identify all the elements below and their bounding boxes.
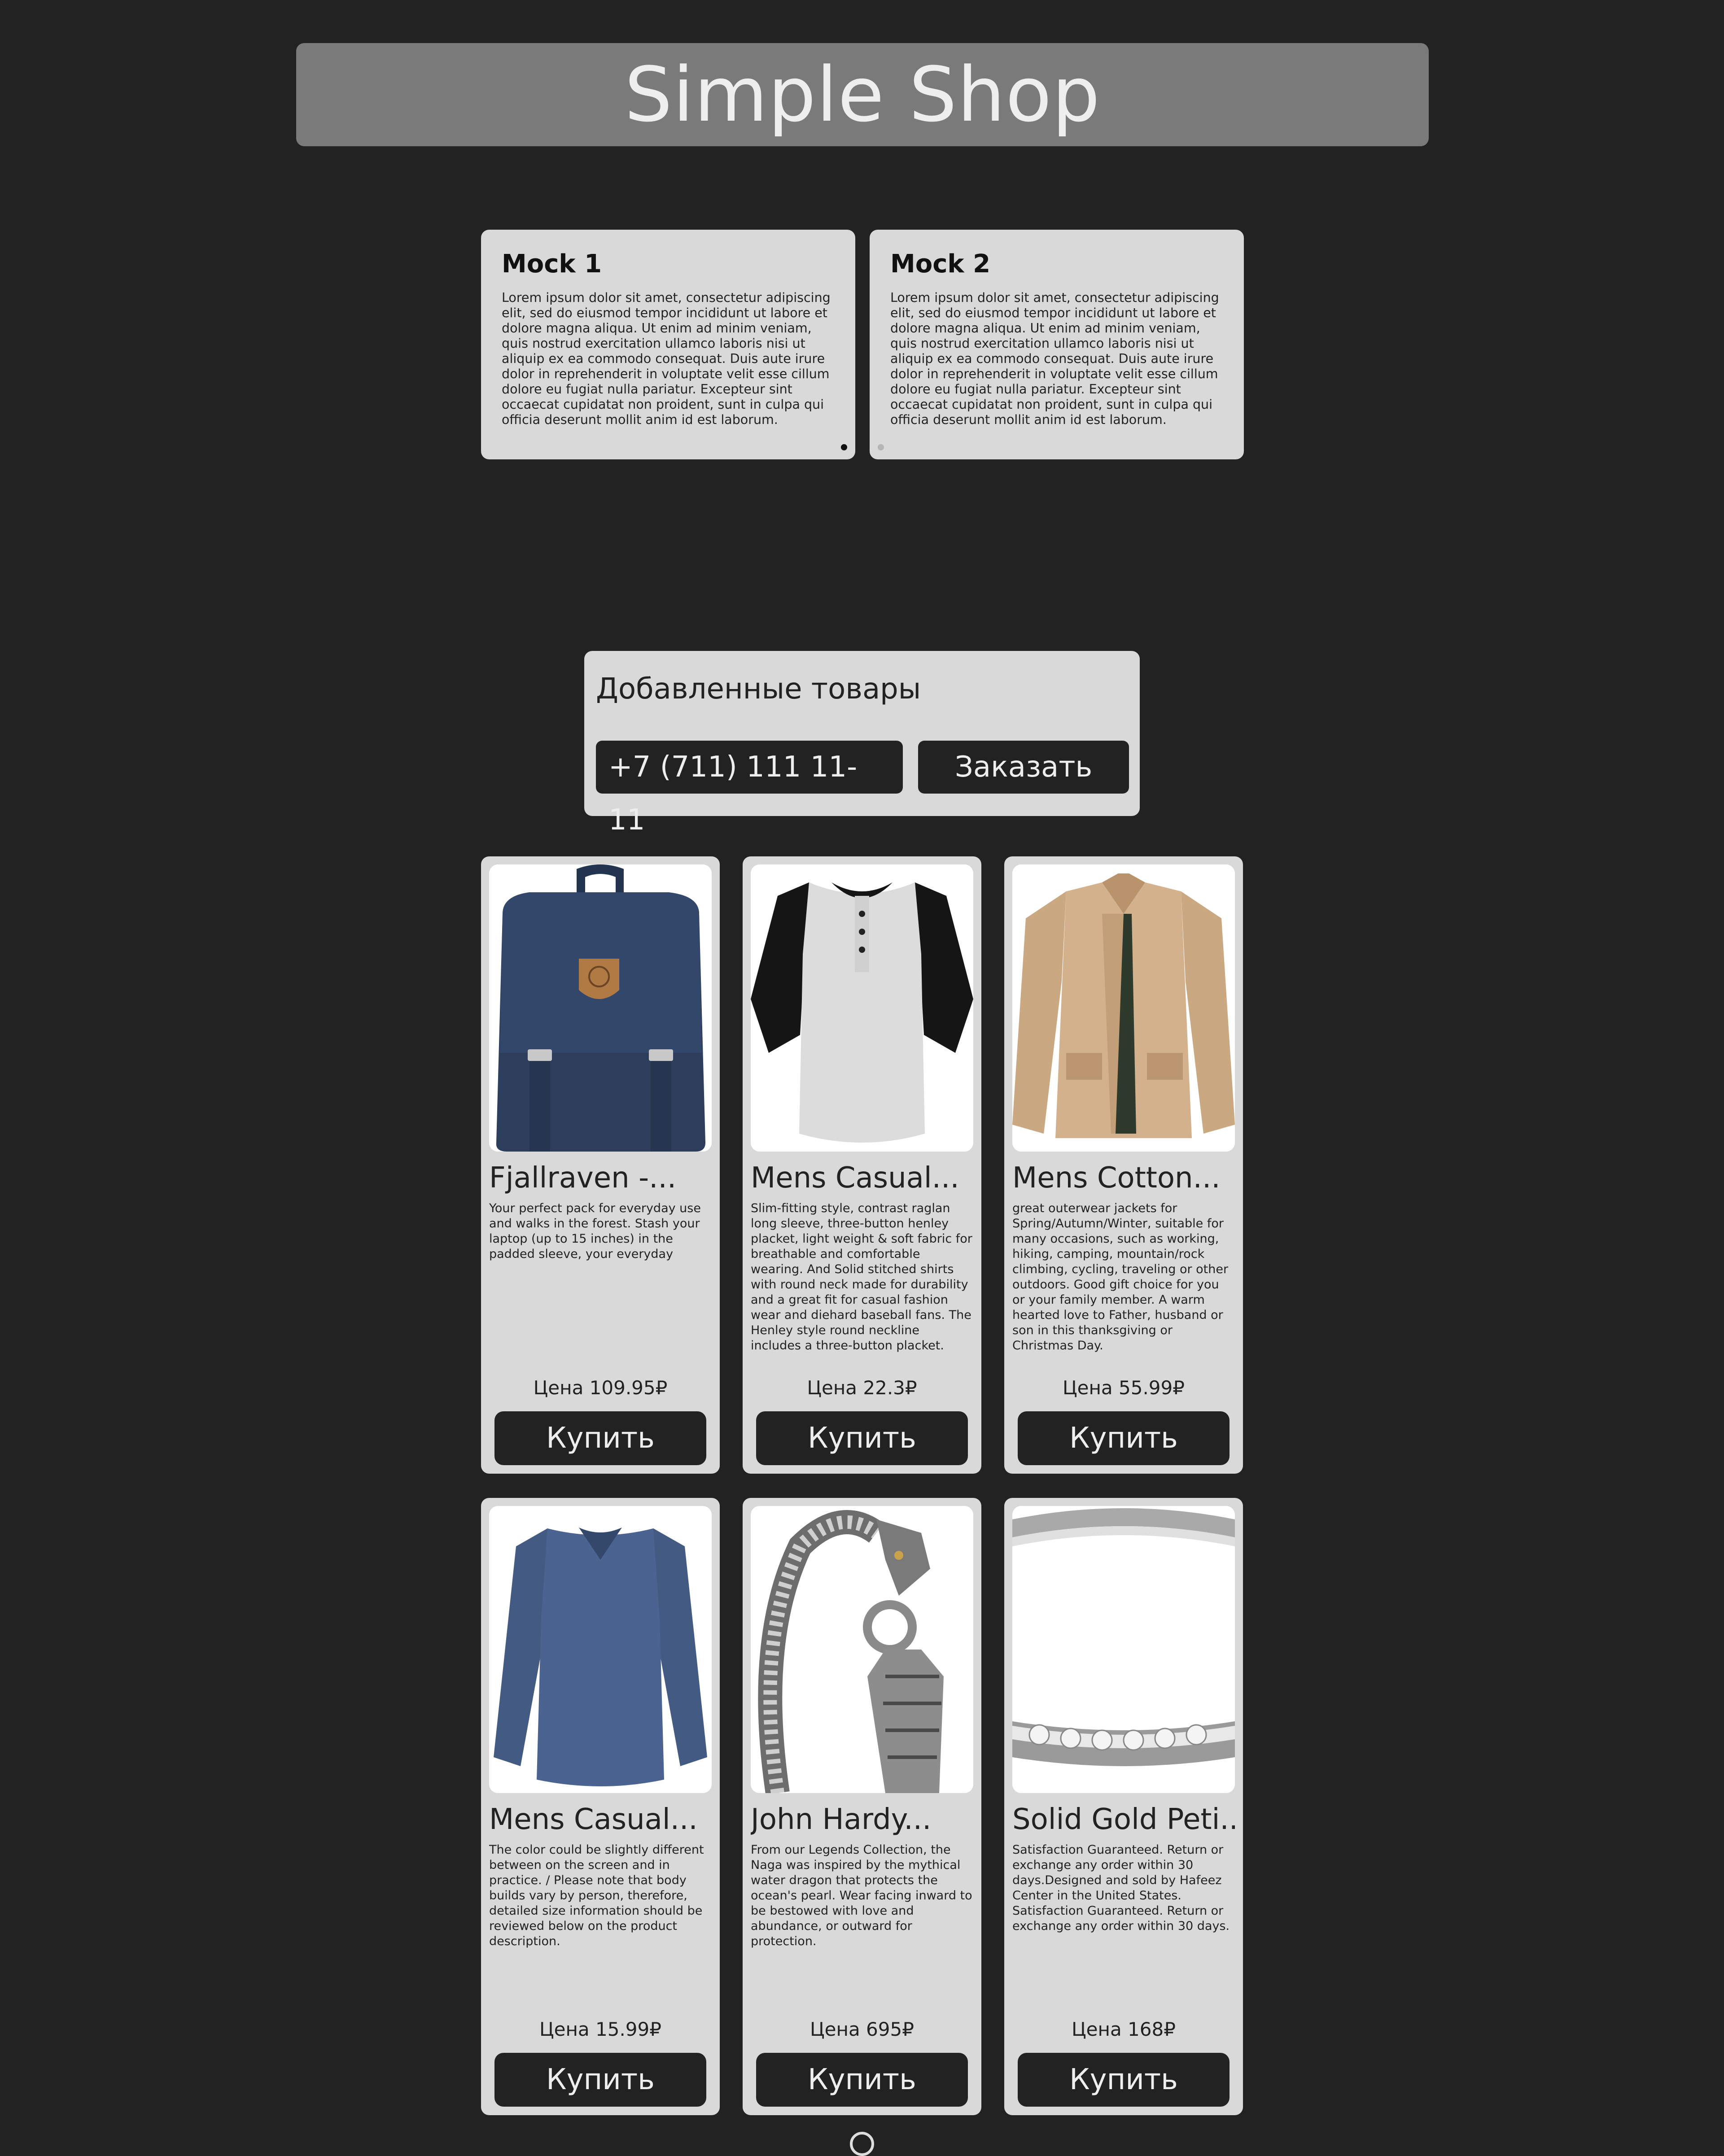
product-card: John Hardy... From our Legends Collectio… (743, 1498, 981, 2115)
backpack-icon (489, 864, 712, 1152)
product-price: Цена 15.99₽ (539, 2018, 661, 2040)
product-name[interactable]: Mens Cotton... (1012, 1161, 1235, 1195)
buy-button[interactable]: Купить (494, 1411, 706, 1465)
buy-button[interactable]: Купить (756, 1411, 968, 1465)
product-name[interactable]: Mens Casual... (751, 1161, 973, 1195)
product-name[interactable]: Solid Gold Peti... (1012, 1803, 1235, 1836)
buy-button[interactable]: Купить (1018, 2053, 1230, 2107)
phone-input[interactable]: +7 (711) 111 11-11 (596, 741, 903, 837)
long-sleeve-shirt-icon (489, 1506, 712, 1793)
henley-shirt-icon (751, 864, 973, 1152)
product-description: Satisfaction Guaranteed. Return or excha… (1012, 1843, 1230, 1933)
product-description: great outerwear jackets for Spring/Autum… (1012, 1201, 1229, 1353)
ring-icon (1012, 1506, 1235, 1793)
mock-card-title: Mock 1 (502, 249, 602, 279)
product-name[interactable]: Fjallraven -... (489, 1161, 712, 1195)
product-price: Цена 55.99₽ (1063, 1377, 1185, 1399)
order-button[interactable]: Заказать (918, 741, 1129, 794)
product-card: Solid Gold Peti... Satisfaction Guarante… (1004, 1498, 1243, 2115)
jacket-icon (1012, 864, 1235, 1152)
product-price: Цена 22.3₽ (807, 1377, 917, 1399)
buy-button[interactable]: Купить (1018, 1411, 1230, 1465)
mock-card-title: Mock 2 (890, 249, 991, 279)
product-card: Mens Cotton... great outerwear jackets f… (1004, 856, 1243, 1474)
mock-card-text: Lorem ipsum dolor sit amet, consectetur … (890, 290, 1219, 427)
mock-card-1: Mock 1 Lorem ipsum dolor sit amet, conse… (481, 230, 855, 459)
product-description: Slim-fitting style, contrast raglan long… (751, 1201, 972, 1353)
site-header: Simple Shop (296, 43, 1429, 146)
product-price: Цена 695₽ (810, 2018, 914, 2040)
site-title: Simple Shop (624, 51, 1101, 139)
product-card: Mens Casual... The color could be slight… (481, 1498, 720, 2115)
bracelet-icon (751, 1506, 973, 1793)
product-description: The color could be slightly different be… (489, 1843, 704, 1948)
buy-button[interactable]: Купить (756, 2053, 968, 2107)
product-name[interactable]: Mens Casual... (489, 1803, 712, 1836)
carousel-dot-active[interactable] (841, 444, 847, 450)
loading-spinner-icon (850, 2132, 874, 2156)
product-name[interactable]: John Hardy... (751, 1803, 973, 1836)
mock-card-text: Lorem ipsum dolor sit amet, consectetur … (502, 290, 831, 427)
product-price: Цена 168₽ (1072, 2018, 1176, 2040)
product-card: Fjallraven -... Your perfect pack for ev… (481, 856, 720, 1474)
buy-button[interactable]: Купить (494, 2053, 706, 2107)
carousel-dot[interactable] (878, 444, 884, 450)
order-panel: Добавленные товары +7 (711) 111 11-11 За… (584, 651, 1140, 837)
mock-card-2: Mock 2 Lorem ipsum dolor sit amet, conse… (870, 230, 1244, 459)
product-price: Цена 109.95₽ (533, 1377, 668, 1399)
product-description: From our Legends Collection, the Naga wa… (751, 1843, 972, 1948)
product-card: Mens Casual... Slim-fitting style, contr… (743, 856, 981, 1474)
order-title: Добавленные товары (596, 672, 921, 706)
product-description: Your perfect pack for everyday use and w… (489, 1201, 701, 1261)
